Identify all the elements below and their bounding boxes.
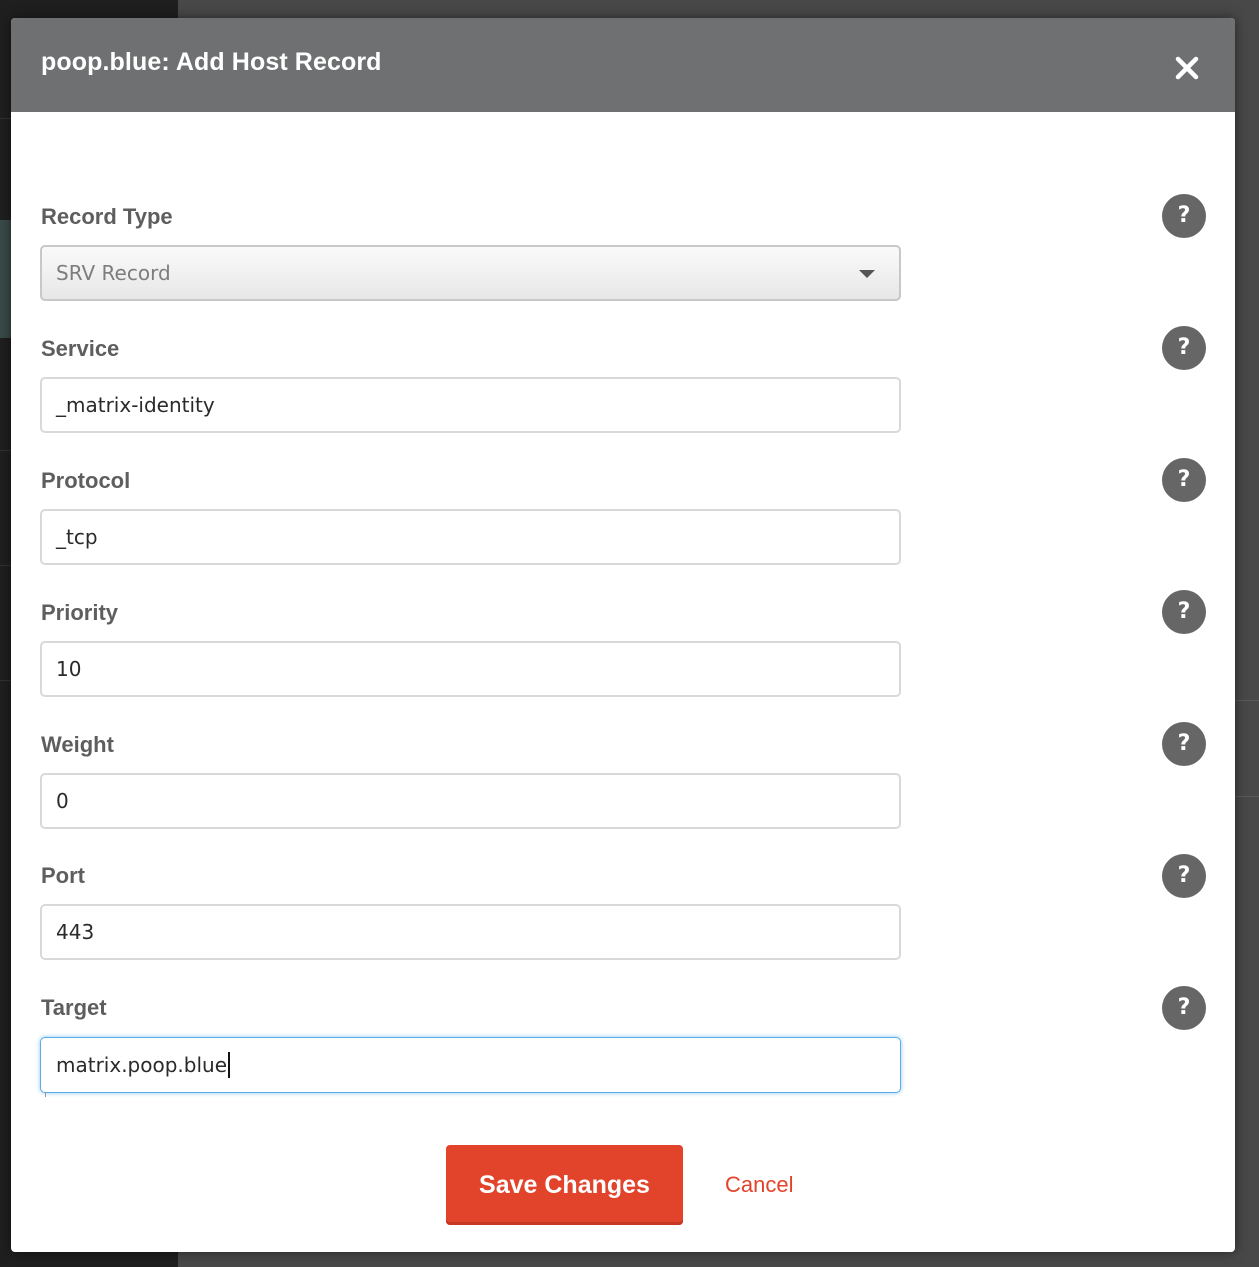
service-label: Service <box>41 336 120 361</box>
modal-title: poop.blue: Add Host Record <box>41 48 382 76</box>
service-help-icon[interactable]: ? <box>1162 326 1206 370</box>
port-label: Port <box>41 863 85 888</box>
record-type-help-icon[interactable]: ? <box>1162 194 1206 238</box>
modal-header: poop.blue: Add Host Record <box>11 18 1235 112</box>
record-type-label: Record Type <box>41 204 173 229</box>
priority-label: Priority <box>41 600 119 625</box>
resize-mark <box>45 1092 48 1097</box>
protocol-help-icon[interactable]: ? <box>1162 458 1206 502</box>
text-caret <box>228 1051 231 1078</box>
weight-label: Weight <box>41 732 114 757</box>
port-input[interactable]: 443 <box>40 904 901 960</box>
target-label: Target <box>41 995 107 1020</box>
save-changes-button[interactable]: Save Changes <box>446 1145 683 1225</box>
priority-input[interactable]: 10 <box>40 641 901 697</box>
close-icon[interactable] <box>1171 52 1203 84</box>
add-host-record-modal: poop.blue: Add Host Record Record Type S… <box>11 18 1235 1252</box>
cancel-link[interactable]: Cancel <box>725 1172 793 1198</box>
record-type-selected-value: SRV Record <box>56 261 171 285</box>
background-divider <box>1235 700 1259 701</box>
chevron-down-icon <box>859 270 875 278</box>
record-type-select[interactable]: SRV Record <box>40 245 901 301</box>
background-divider <box>1235 796 1259 797</box>
protocol-label: Protocol <box>41 468 131 493</box>
weight-input[interactable]: 0 <box>40 773 901 829</box>
weight-help-icon[interactable]: ? <box>1162 722 1206 766</box>
target-input[interactable]: matrix.poop.blue <box>40 1037 901 1093</box>
target-input-value: matrix.poop.blue <box>56 1053 228 1077</box>
target-help-icon[interactable]: ? <box>1162 986 1206 1030</box>
port-help-icon[interactable]: ? <box>1162 854 1206 898</box>
protocol-input[interactable]: _tcp <box>40 509 901 565</box>
priority-help-icon[interactable]: ? <box>1162 590 1206 634</box>
service-input[interactable]: _matrix-identity <box>40 377 901 433</box>
